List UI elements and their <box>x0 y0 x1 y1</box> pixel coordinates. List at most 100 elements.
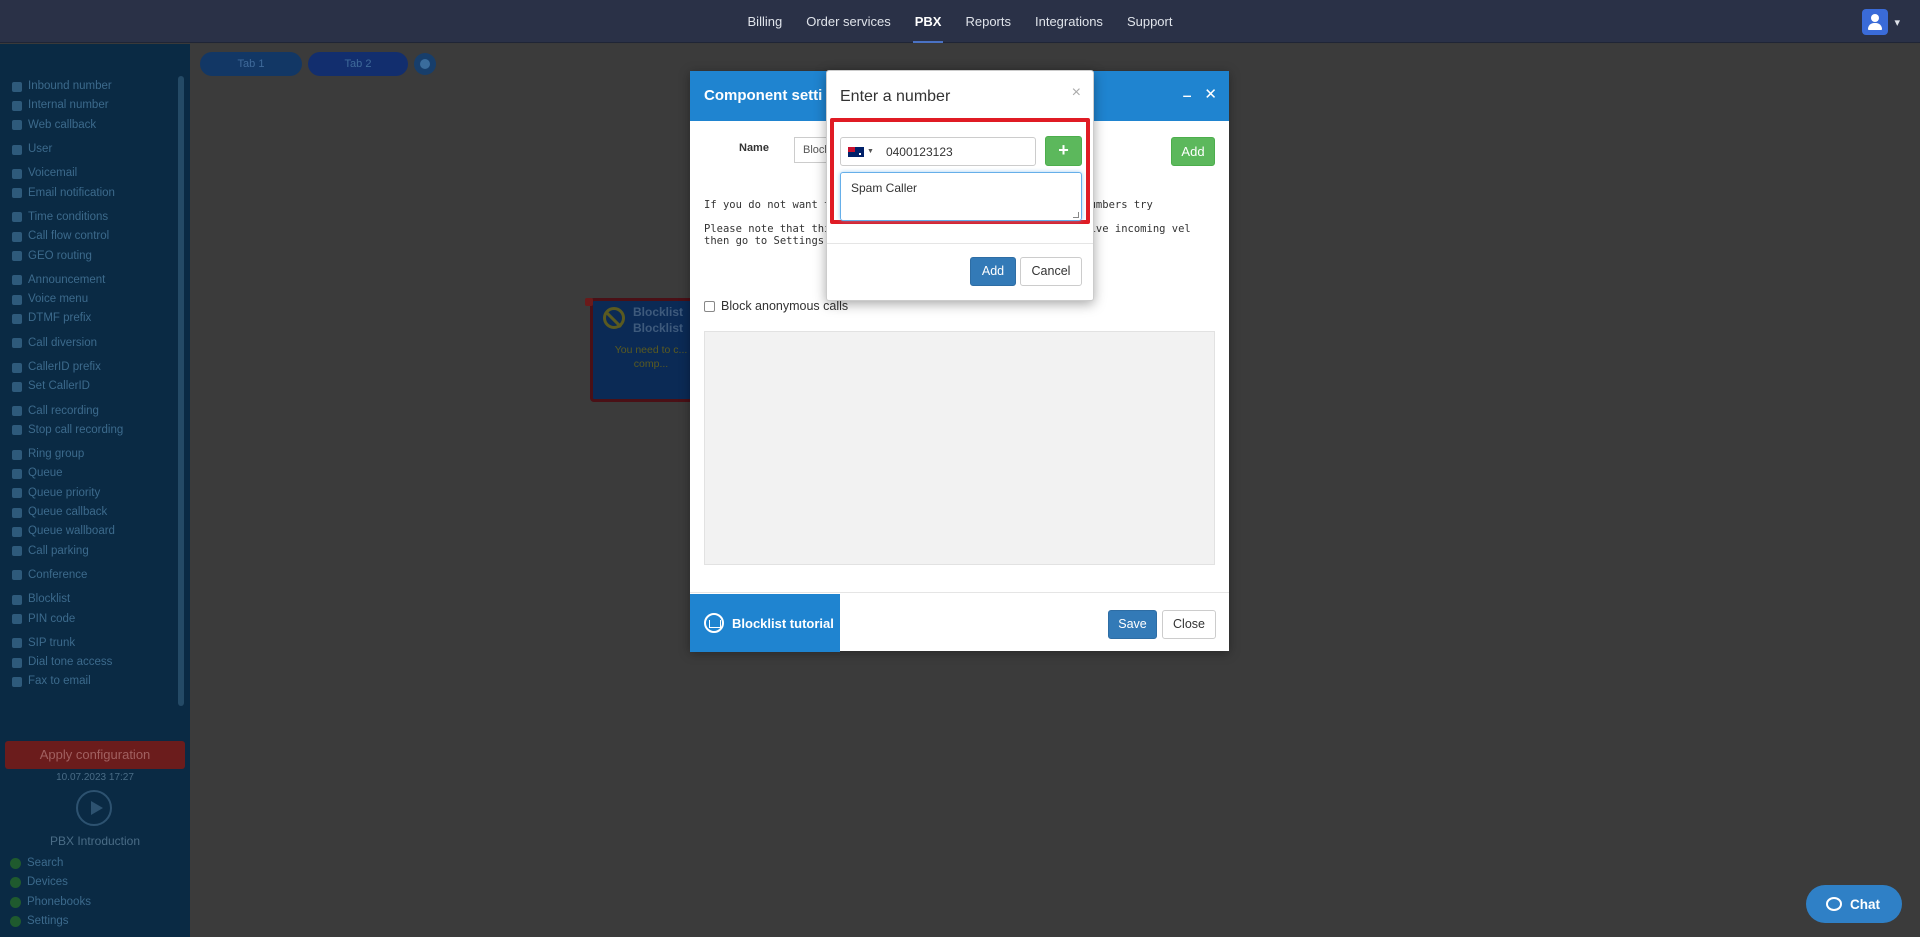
note-textarea[interactable]: Spam Caller <box>840 172 1082 221</box>
nav-integrations[interactable]: Integrations <box>1023 0 1115 43</box>
sidebar-item-web-callback[interactable]: Web callback <box>12 116 172 135</box>
sidebar-item-fax-to-email[interactable]: Fax to email <box>12 672 172 691</box>
announcement-icon <box>12 275 22 286</box>
sidebar-item-label: Call diversion <box>28 336 98 349</box>
queue-callback-icon <box>12 507 22 518</box>
sidebar-item-stop-call-recording[interactable]: Stop call recording <box>12 421 172 440</box>
sidebar-item-queue-callback[interactable]: Queue callback <box>12 503 172 522</box>
chevron-down-icon[interactable]: ▾ <box>1894 16 1900 29</box>
close-icon[interactable]: ✕ <box>1204 85 1217 103</box>
sidebar-scrollbar[interactable] <box>178 76 184 706</box>
name-label: Name <box>739 142 769 154</box>
queue-wallboard-icon <box>12 526 22 537</box>
modal-footer: Blocklist tutorial Save Close <box>690 592 1229 652</box>
user-avatar-icon[interactable] <box>1862 9 1889 35</box>
tab-1[interactable]: Tab 1 <box>200 52 302 76</box>
close-icon[interactable]: × <box>1072 84 1081 102</box>
save-button[interactable]: Save <box>1108 610 1157 639</box>
sidebar-item-callerid-prefix[interactable]: CallerID prefix <box>12 358 172 377</box>
minimize-icon[interactable]: ‒ <box>1183 87 1191 103</box>
sidebar-bottom-links: Search Devices Phonebooks Settings <box>10 854 91 931</box>
sidebar-item-settings[interactable]: Settings <box>10 912 91 931</box>
sidebar-item-search[interactable]: Search <box>10 854 91 873</box>
sidebar-item-call-diversion[interactable]: Call diversion <box>12 334 172 353</box>
sidebar-item-sip-trunk[interactable]: SIP trunk <box>12 634 172 653</box>
chat-button[interactable]: Chat <box>1806 885 1902 923</box>
sidebar-item-internal-number[interactable]: Internal number <box>12 96 172 115</box>
sidebar-item-ring-group[interactable]: Ring group <box>12 445 172 464</box>
sidebar-item-devices[interactable]: Devices <box>10 873 91 892</box>
sidebar-item-set-callerid[interactable]: Set CallerID <box>12 377 172 396</box>
block-anonymous-row[interactable]: Block anonymous calls <box>704 299 848 313</box>
sidebar-item-pin-code[interactable]: PIN code <box>12 609 172 628</box>
gear-icon <box>10 916 21 928</box>
nav-reports[interactable]: Reports <box>953 0 1023 43</box>
add-number-button[interactable]: Add <box>1171 137 1215 166</box>
queue-priority-icon <box>12 488 22 499</box>
sidebar-item-label: Voice menu <box>28 293 89 306</box>
dtmf-prefix-icon <box>12 313 22 324</box>
sidebar-item-call-flow-control[interactable]: Call flow control <box>12 227 172 246</box>
sidebar-item-label: Call parking <box>28 544 89 557</box>
sidebar-item-label: Set CallerID <box>28 380 90 393</box>
sidebar-item-time-conditions[interactable]: Time conditions <box>12 208 172 227</box>
add-button[interactable]: Add <box>970 257 1016 286</box>
note-value: Spam Caller <box>851 181 918 195</box>
nav-support[interactable]: Support <box>1115 0 1185 43</box>
sidebar-item-label: Inbound number <box>28 80 112 93</box>
conference-icon <box>12 570 22 581</box>
user-icon <box>12 144 22 155</box>
sidebar-item-label: Blocklist <box>28 593 71 606</box>
blocklist-tutorial-button[interactable]: Blocklist tutorial <box>690 594 840 652</box>
phone-number-field[interactable]: ▼ 0400123123 <box>840 137 1036 166</box>
monitor-icon <box>10 877 21 889</box>
call-recording-icon <box>12 406 22 417</box>
apply-configuration-button[interactable]: Apply configuration <box>5 741 185 769</box>
call-parking-icon <box>12 546 22 557</box>
sidebar-item-dial-tone-access[interactable]: Dial tone access <box>12 653 172 672</box>
sidebar-item-call-parking[interactable]: Call parking <box>12 542 172 561</box>
cancel-button[interactable]: Cancel <box>1020 257 1082 286</box>
sidebar-item-call-recording[interactable]: Call recording <box>12 401 172 420</box>
last-applied-date: 10.07.2023 17:27 <box>56 772 134 783</box>
book-icon <box>10 896 21 908</box>
sidebar-item-label: Call flow control <box>28 230 110 243</box>
sidebar-item-queue[interactable]: Queue <box>12 464 172 483</box>
chat-label: Chat <box>1850 896 1880 912</box>
sidebar-item-queue-wallboard[interactable]: Queue wallboard <box>12 522 172 541</box>
component-list: Inbound number Internal number Web callbac… <box>12 77 172 697</box>
sidebar-item-dtmf-prefix[interactable]: DTMF prefix <box>12 309 172 328</box>
sidebar-item-email-notification[interactable]: Email notification <box>12 183 172 202</box>
book-icon <box>704 613 724 633</box>
australia-flag-icon[interactable] <box>848 146 864 157</box>
tab-2[interactable]: Tab 2 <box>308 52 408 76</box>
play-icon[interactable] <box>76 790 112 826</box>
sidebar-item-queue-priority[interactable]: Queue priority <box>12 484 172 503</box>
canvas-tabs: Tab 1 Tab 2 <box>200 52 436 76</box>
sidebar-item-user[interactable]: User <box>12 140 172 159</box>
sidebar-item-geo-routing[interactable]: GEO routing <box>12 246 172 265</box>
nav-order-services[interactable]: Order services <box>794 0 903 43</box>
block-anonymous-checkbox[interactable] <box>704 300 715 312</box>
add-row-button[interactable]: + <box>1045 136 1082 166</box>
add-tab-icon[interactable] <box>414 53 436 75</box>
enter-number-title: Enter a number <box>840 88 951 105</box>
sidebar-item-conference[interactable]: Conference <box>12 566 172 585</box>
resize-handle[interactable] <box>1073 212 1079 218</box>
sidebar-item-phonebooks[interactable]: Phonebooks <box>10 893 91 912</box>
sidebar-item-voice-menu[interactable]: Voice menu <box>12 290 172 309</box>
close-button[interactable]: Close <box>1162 610 1216 639</box>
sidebar-item-announcement[interactable]: Announcement <box>12 271 172 290</box>
node-title: Blocklist <box>633 305 684 319</box>
nav-billing[interactable]: Billing <box>736 0 795 43</box>
sidebar-item-label: Call recording <box>28 404 99 417</box>
node-connector[interactable] <box>585 298 593 306</box>
block-anonymous-label: Block anonymous calls <box>721 299 849 313</box>
sidebar-item-inbound-number[interactable]: Inbound number <box>12 77 172 96</box>
pbx-introduction-link[interactable]: PBX Introduction <box>0 834 190 848</box>
user-menu[interactable]: ▾ <box>1862 9 1900 35</box>
sidebar-item-blocklist[interactable]: Blocklist <box>12 590 172 609</box>
country-dropdown-icon[interactable]: ▼ <box>867 148 874 155</box>
nav-pbx[interactable]: PBX <box>903 0 954 43</box>
sidebar-item-voicemail[interactable]: Voicemail <box>12 164 172 183</box>
